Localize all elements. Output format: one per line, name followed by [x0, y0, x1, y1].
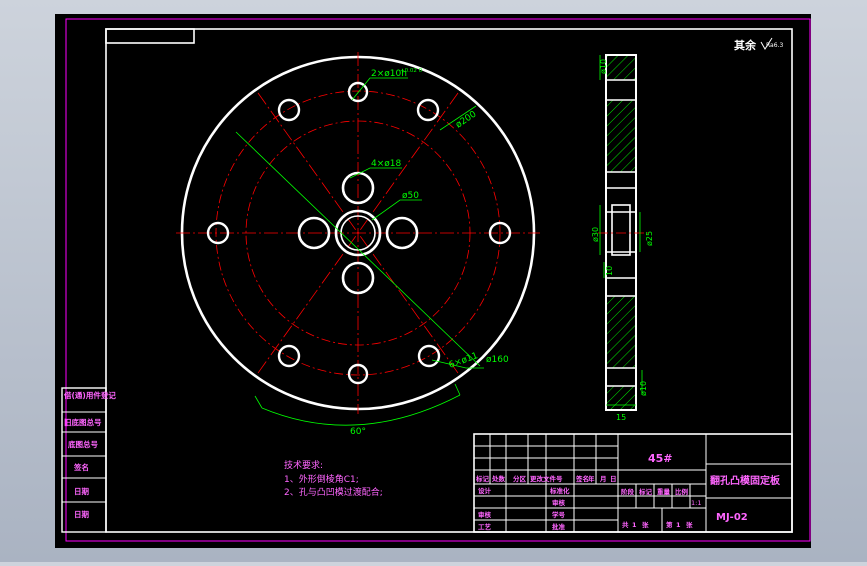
svg-text:处数: 处数 — [491, 474, 506, 483]
svg-text:更改文件号: 更改文件号 — [530, 474, 563, 483]
dim-angle: 60° — [350, 427, 366, 437]
svg-text:阶段: 阶段 — [621, 487, 635, 496]
tech-line-1: 1、外形倒棱角C1; — [284, 473, 359, 485]
svg-text:标准化: 标准化 — [549, 486, 570, 495]
strip-cell-4: 签名 — [73, 462, 89, 472]
svg-text:重量: 重量 — [657, 487, 671, 496]
part-name: 翻孔凸模固定板 — [710, 474, 781, 487]
hatch-band-2 — [607, 100, 635, 172]
drawing-number: MJ-02 — [716, 512, 748, 523]
side-dim-top-hole: ø10 — [599, 59, 608, 74]
svg-text:共: 共 — [622, 520, 629, 529]
drawing-sheet — [55, 14, 811, 548]
svg-text:第: 第 — [666, 520, 673, 529]
scale: 1:1 — [691, 499, 701, 507]
svg-text:月: 月 — [599, 475, 607, 483]
dim-hole-four: 4×ø18 — [371, 159, 401, 169]
svg-text:日: 日 — [610, 475, 617, 483]
hatch-band-4 — [607, 386, 635, 409]
tech-line-2: 2、孔与凸凹模过渡配合; — [284, 486, 383, 498]
svg-text:标记: 标记 — [638, 487, 653, 496]
tech-title: 技术要求: — [284, 459, 323, 471]
strip-cell-3: 底图总号 — [68, 439, 98, 449]
svg-text:签名: 签名 — [575, 474, 589, 483]
svg-text:1: 1 — [676, 521, 681, 529]
svg-text:学号: 学号 — [552, 510, 566, 519]
svg-text:1: 1 — [632, 521, 637, 529]
side-dim-small: ø10 — [639, 381, 648, 396]
side-dim-d30: ø30 — [591, 227, 600, 242]
strip-cell-5: 日期 — [74, 486, 89, 496]
svg-text:年: 年 — [588, 474, 595, 483]
roughness-value: Ra6.3 — [766, 42, 783, 49]
cad-drawing-canvas[interactable]: 2×ø10h +0.02 0 4×ø18 ø50 ø200 ø160 6×ø11… — [0, 0, 867, 562]
svg-text:审核: 审核 — [478, 510, 492, 519]
strip-cell-2: 旧底图总号 — [64, 417, 102, 427]
svg-text:工艺: 工艺 — [478, 522, 492, 531]
svg-text:比例: 比例 — [675, 487, 689, 496]
dim-hole-small-tol: +0.02 0 — [400, 68, 423, 74]
side-dim-d25: ø25 — [645, 231, 654, 246]
hatch-band-1 — [607, 56, 635, 80]
cad-viewport[interactable]: 2×ø10h +0.02 0 4×ø18 ø50 ø200 ø160 6×ø11… — [0, 0, 867, 562]
svg-text:审核: 审核 — [552, 498, 566, 507]
material: 45# — [648, 452, 673, 465]
svg-text:张: 张 — [686, 520, 693, 529]
side-dim-thickness: 15 — [616, 413, 626, 422]
strip-cell-1: 借(通)用件登记 — [63, 390, 116, 400]
svg-text:分区: 分区 — [513, 474, 527, 483]
svg-text:张: 张 — [642, 520, 649, 529]
dim-pcd-160: ø160 — [486, 355, 509, 365]
dim-bore: ø50 — [402, 191, 419, 201]
hatch-band-3 — [607, 296, 635, 368]
svg-text:设计: 设计 — [478, 486, 492, 495]
side-dim-left: 10 — [605, 266, 614, 276]
strip-cell-6: 日期 — [74, 509, 89, 519]
svg-text:批准: 批准 — [552, 522, 566, 531]
svg-text:标记: 标记 — [475, 474, 490, 483]
roughness-rest: 其余 — [734, 38, 757, 52]
